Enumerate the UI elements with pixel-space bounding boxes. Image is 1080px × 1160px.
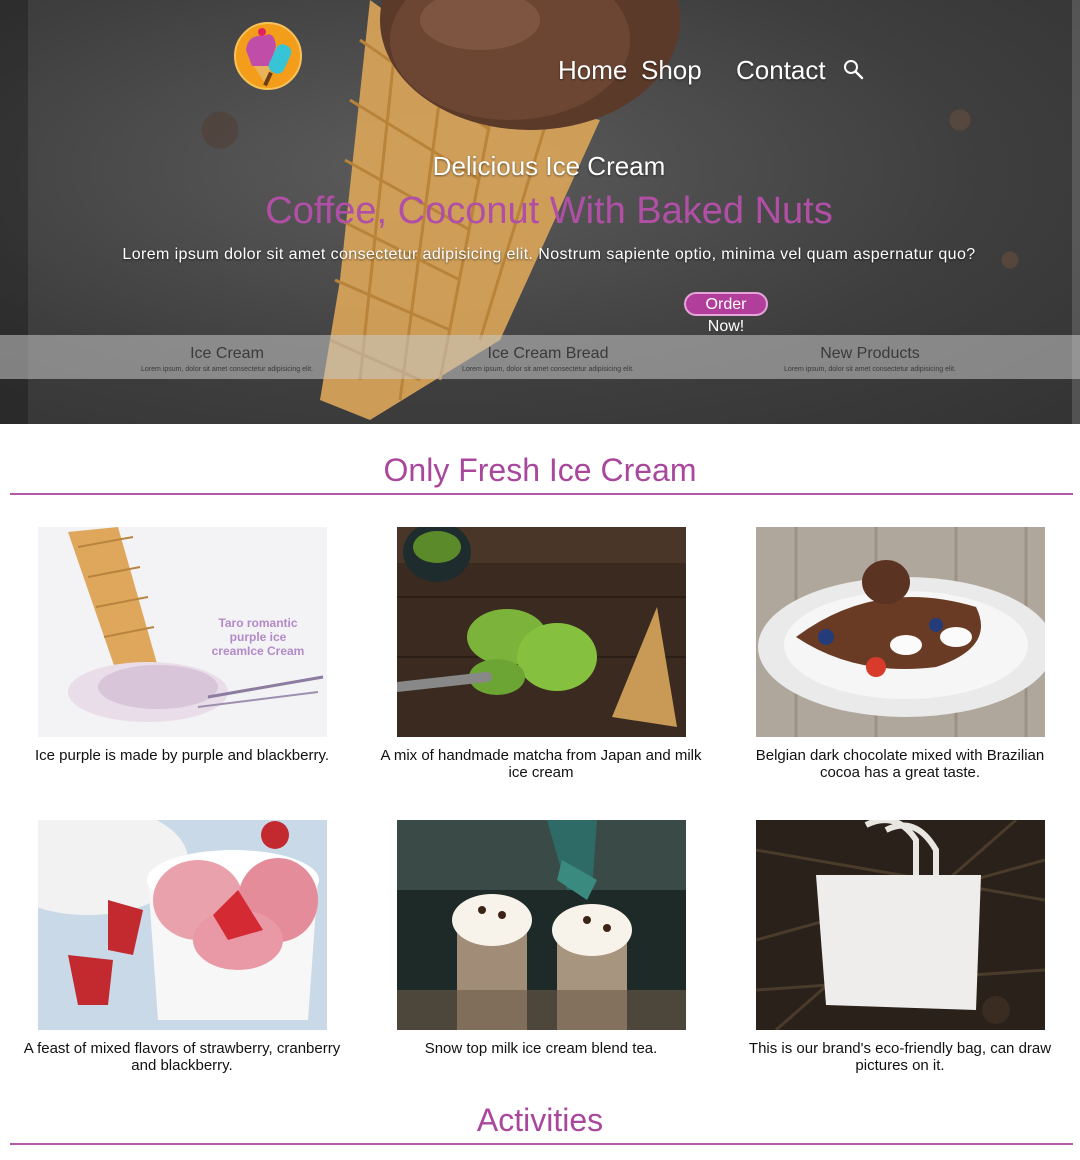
feature-ice-cream-bread[interactable]: Ice Cream Bread Lorem ipsum, dolor sit a… xyxy=(428,335,668,375)
product-caption: A feast of mixed flavors of strawberry, … xyxy=(23,1040,341,1074)
feature-title: Ice Cream xyxy=(190,345,264,362)
image-text-line: purple ice xyxy=(229,630,286,644)
nav-shop-link[interactable]: Shop xyxy=(641,52,702,88)
image-text-line: Taro romantic xyxy=(218,616,297,630)
milk-tea-image xyxy=(396,820,686,1030)
order-now-button[interactable]: Order Now! xyxy=(684,292,768,335)
product-card[interactable]: Snow top milk ice cream blend tea. xyxy=(371,820,711,1057)
nav-contact-link[interactable]: Contact xyxy=(736,52,826,88)
hero-subtitle: Delicious Ice Cream xyxy=(432,151,666,181)
eco-bag-image xyxy=(755,820,1045,1030)
hero-title: Coffee, Coconut With Baked Nuts xyxy=(265,190,833,232)
product-caption: Belgian dark chocolate mixed with Brazil… xyxy=(755,747,1045,781)
taro-ice-cream-image: Taro romantic purple ice creamIce Cream xyxy=(37,527,327,737)
fresh-section-title: Only Fresh Ice Cream xyxy=(383,452,697,488)
search-icon[interactable] xyxy=(842,58,866,82)
product-card[interactable]: Belgian dark chocolate mixed with Brazil… xyxy=(730,527,1070,781)
feature-title: Ice Cream Bread xyxy=(487,345,609,362)
product-card[interactable]: A mix of handmade matcha from Japan and … xyxy=(371,527,711,781)
feature-band: Ice Cream Lorem ipsum, dolor sit amet co… xyxy=(0,335,1080,379)
section-divider xyxy=(10,1143,1073,1145)
feature-new-products[interactable]: New Products Lorem ipsum, dolor sit amet… xyxy=(750,335,990,375)
strawberry-ice-cream-image xyxy=(37,820,327,1030)
feature-desc: Lorem ipsum, dolor sit amet consectetur … xyxy=(462,366,634,373)
hero-description: Lorem ipsum dolor sit amet consectetur a… xyxy=(122,246,976,263)
main-nav: Home Shop Contact xyxy=(0,52,1080,92)
product-card[interactable]: This is our brand's eco-friendly bag, ca… xyxy=(730,820,1070,1074)
hero-banner: Home Shop Contact Delicious Ice Cream Co… xyxy=(0,0,1080,424)
product-caption: Snow top milk ice cream blend tea. xyxy=(424,1040,658,1057)
feature-desc: Lorem ipsum, dolor sit amet consectetur … xyxy=(141,366,313,373)
product-caption: A mix of handmade matcha from Japan and … xyxy=(380,747,702,781)
nav-home-link[interactable]: Home xyxy=(558,52,627,88)
feature-title: New Products xyxy=(820,345,920,362)
matcha-image xyxy=(396,527,686,737)
feature-desc: Lorem ipsum, dolor sit amet consectetur … xyxy=(784,366,956,373)
feature-ice-cream[interactable]: Ice Cream Lorem ipsum, dolor sit amet co… xyxy=(107,335,347,375)
activities-section-title: Activities xyxy=(476,1102,604,1138)
product-caption: This is our brand's eco-friendly bag, ca… xyxy=(748,1040,1052,1074)
product-card[interactable]: A feast of mixed flavors of strawberry, … xyxy=(12,820,352,1074)
product-card[interactable]: Taro romantic purple ice creamIce Cream … xyxy=(12,527,352,764)
product-caption: Ice purple is made by purple and blackbe… xyxy=(34,747,330,764)
chocolate-crepe-image xyxy=(755,527,1045,737)
image-text-line: creamIce Cream xyxy=(211,644,304,658)
section-divider xyxy=(10,493,1073,495)
